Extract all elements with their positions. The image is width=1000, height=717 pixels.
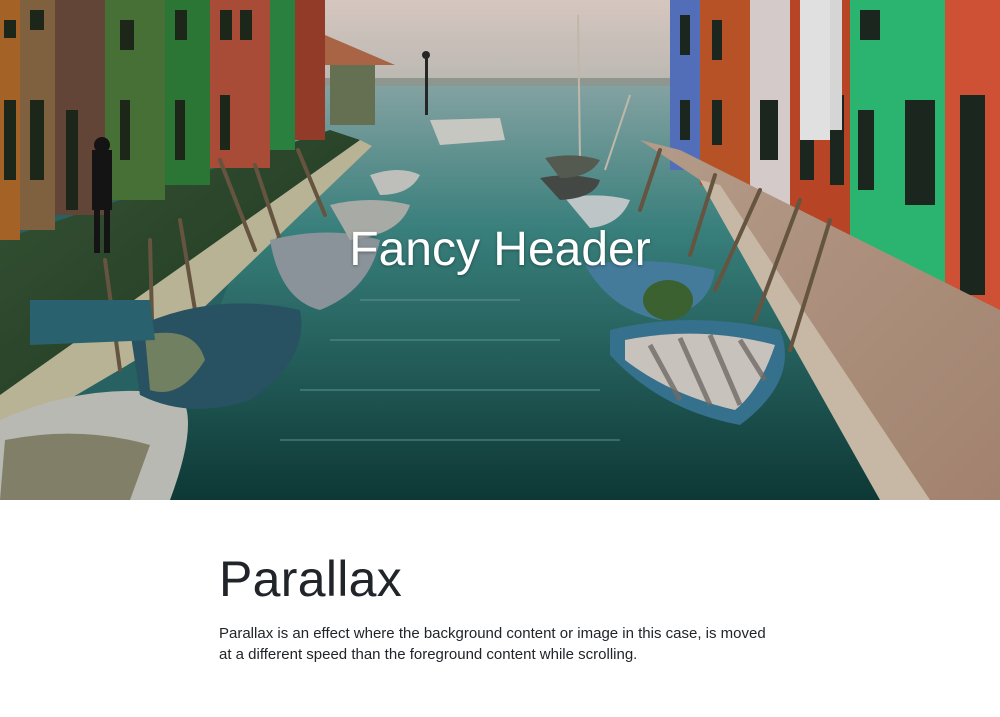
- main-content: Parallax Parallax is an effect where the…: [219, 550, 779, 665]
- section-paragraph: Parallax is an effect where the backgrou…: [219, 625, 766, 663]
- hero-header: Fancy Header: [0, 0, 1000, 500]
- hero-title: Fancy Header: [349, 223, 651, 276]
- section-heading: Parallax: [219, 551, 403, 607]
